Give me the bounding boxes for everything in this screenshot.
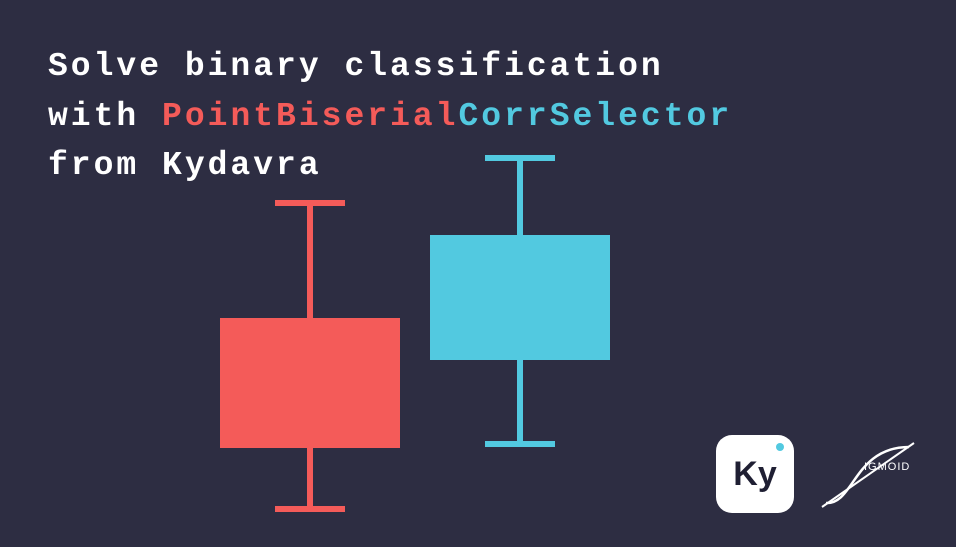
text-plain: Solve binary classification <box>48 48 664 85</box>
igmoid-logo: IGMOID <box>814 435 924 515</box>
boxplot-red <box>220 200 400 520</box>
ky-logo-text: Ky <box>733 455 776 494</box>
box-body <box>220 318 400 448</box>
whisker-cap-bottom <box>275 506 345 512</box>
headline-block: Solve binary classification with PointBi… <box>48 42 732 191</box>
whisker-cap-top <box>275 200 345 206</box>
headline-line-2: with PointBiserialCorrSelector <box>48 92 732 142</box>
text-plain: with <box>48 98 162 135</box>
logo-dot-icon <box>776 443 784 451</box>
whisker-cap-bottom <box>485 441 555 447</box>
boxplot-cyan <box>430 155 610 455</box>
text-highlight-red: PointBiserial <box>162 98 458 135</box>
whisker-cap-top <box>485 155 555 161</box>
sigmoid-icon: IGMOID <box>814 435 924 515</box>
ky-logo: Ky <box>716 435 794 513</box>
igmoid-logo-text: IGMOID <box>864 461 910 473</box>
text-highlight-cyan: CorrSelector <box>458 98 732 135</box>
boxplot-graphic <box>200 170 700 530</box>
box-body <box>430 235 610 360</box>
headline-line-1: Solve binary classification <box>48 42 732 92</box>
